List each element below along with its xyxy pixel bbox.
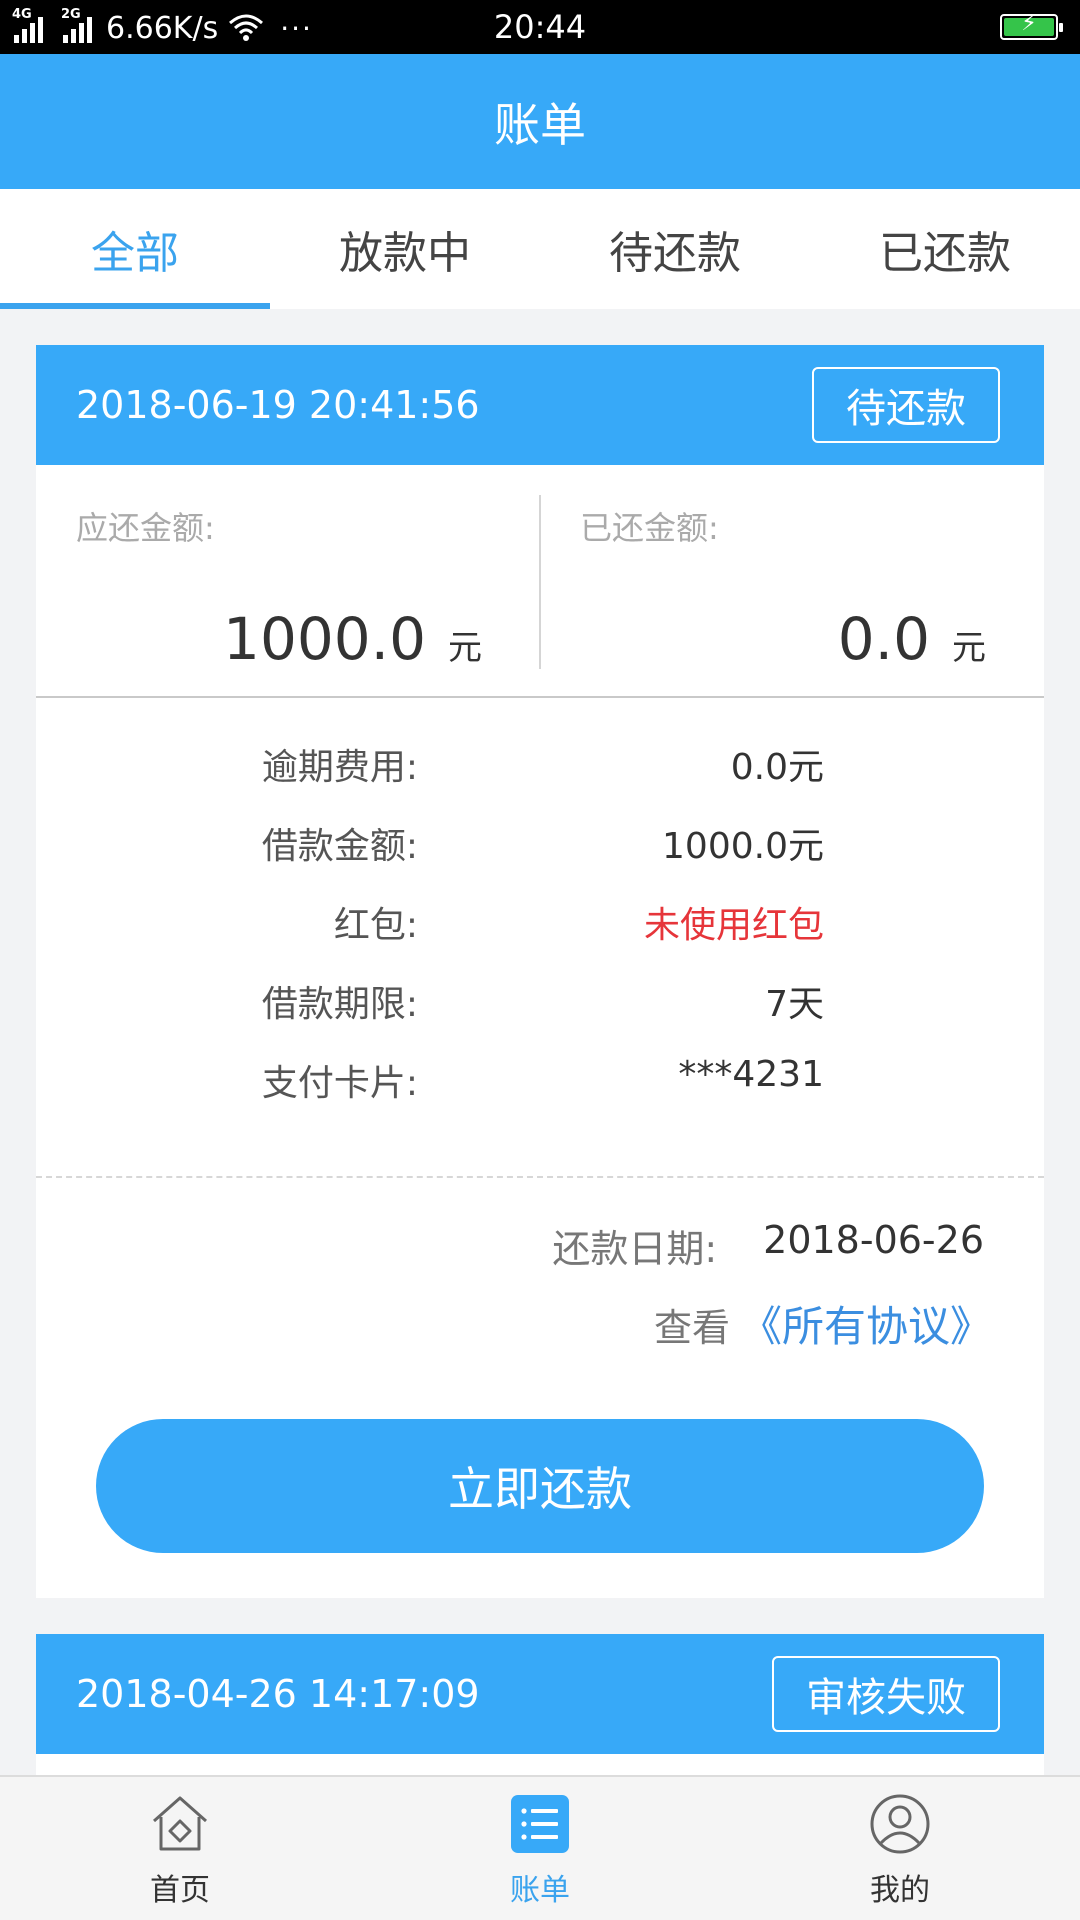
bill-card: 2018-04-26 14:17:09 审核失败 [36,1634,1044,1784]
nav-me[interactable]: 我的 [720,1777,1080,1920]
tab-all[interactable]: 全部 [0,189,270,309]
repayment-info: 还款日期: 2018-06-26 查看 《所有协议》 [36,1178,1044,1358]
bill-status-button[interactable]: 审核失败 [772,1656,1000,1732]
bill-status-button[interactable]: 待还款 [812,367,1000,443]
bill-details: 逾期费用: 0.0元 借款金额: 1000.0元 红包: 未使用红包 借款期限:… [36,698,1044,1178]
bill-datetime: 2018-04-26 14:17:09 [76,1672,480,1716]
bill-card-header: 2018-06-19 20:41:56 待还款 [36,345,1044,465]
detail-value: 7天 [765,984,824,1025]
battery-icon: ⚡ [1000,11,1063,40]
detail-value: ***4231 [678,1054,824,1095]
clock: 20:44 [493,8,587,46]
red-packet-value[interactable]: 未使用红包 [644,896,824,948]
bill-card: 2018-06-19 20:41:56 待还款 应还金额: 1000.0 元 已… [36,345,1044,1598]
paid-amount-unit: 元 [952,628,986,668]
bill-list-icon [511,1795,569,1853]
filter-tabs: 全部 放款中 待还款 已还款 [0,189,1080,309]
repay-now-button[interactable]: 立即还款 [96,1419,984,1553]
tab-pending-repayment[interactable]: 待还款 [540,189,810,309]
detail-label: 借款金额: [261,826,418,867]
nav-label: 账单 [510,1873,570,1908]
tab-disbursing[interactable]: 放款中 [270,189,540,309]
nav-bills[interactable]: 账单 [360,1777,720,1920]
tab-repaid[interactable]: 已还款 [810,189,1080,309]
due-amount-value: 1000.0 [223,605,426,673]
bottom-navigation: 首页 账单 我的 [0,1775,1080,1920]
detail-row-loan-term: 借款期限: 7天 [36,975,1044,1035]
repay-date-value: 2018-06-26 [763,1218,984,1262]
detail-label: 红包: [333,905,418,946]
detail-value: 0.0元 [730,747,824,788]
view-label: 查看 [653,1306,730,1350]
repay-date-label: 还款日期: [552,1227,718,1271]
amount-summary: 应还金额: 1000.0 元 已还金额: 0.0 元 [36,465,1044,698]
detail-row-overdue-fee: 逾期费用: 0.0元 [36,738,1044,798]
status-bar: 4G 2G 6.66K/s ··· 20:44 ⚡ [0,0,1080,54]
page-title: 账单 [0,54,1080,189]
bill-card-header: 2018-04-26 14:17:09 审核失败 [36,1634,1044,1754]
home-icon [153,1796,207,1851]
due-amount-label: 应还金额: [76,509,215,547]
detail-row-payment-card: 支付卡片: ***4231 [36,1054,1044,1114]
detail-row-red-packet: 红包: 未使用红包 [36,896,1044,956]
paid-amount-value: 0.0 [837,605,930,673]
user-icon [870,1794,930,1854]
detail-label: 支付卡片: [261,1063,418,1104]
detail-label: 借款期限: [261,984,418,1025]
detail-row-loan-amount: 借款金额: 1000.0元 [36,817,1044,877]
nav-label: 我的 [870,1873,930,1908]
nav-home[interactable]: 首页 [0,1777,360,1920]
detail-value: 1000.0元 [662,826,824,867]
paid-amount-label: 已还金额: [580,509,719,547]
bill-datetime: 2018-06-19 20:41:56 [76,383,480,427]
agreements-link[interactable]: 《所有协议》 [740,1293,992,1354]
nav-label: 首页 [150,1873,210,1908]
detail-label: 逾期费用: [261,747,418,788]
due-amount-unit: 元 [448,628,482,668]
